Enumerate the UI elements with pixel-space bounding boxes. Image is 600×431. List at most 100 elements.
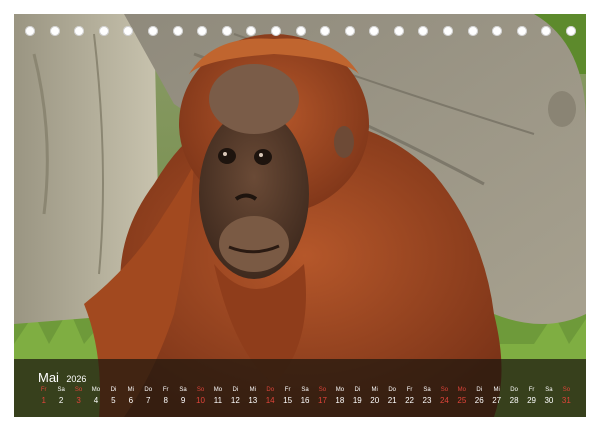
weekday-label: Fr [406,387,413,393]
day-number: 22 [405,396,415,405]
weekday-label: Di [232,387,239,393]
binding-hole [467,26,478,36]
day-cell: Sa 16 [296,386,313,412]
day-number: 20 [370,396,380,405]
weekday-label: Mi [371,387,378,393]
weekday-label: Di [110,387,117,393]
day-number: 31 [561,396,571,405]
orangutan-photo [14,14,586,417]
binding-hole [541,26,552,36]
day-number: 6 [128,396,134,405]
weekday-label: Sa [423,387,431,393]
binding-hole [492,26,503,36]
weekday-label: Sa [545,387,553,393]
day-cell: So 31 [558,386,575,412]
day-cell: Sa 9 [174,386,191,412]
day-number: 7 [146,396,151,405]
day-number: 11 [213,396,223,405]
day-number: 5 [111,396,116,405]
weekday-label: Fr [40,387,47,393]
calendar-page [14,14,586,417]
binding-hole [98,26,109,36]
day-cell: So 17 [314,386,331,412]
day-cell: Mo 25 [453,386,470,412]
day-cell: Mi 13 [244,386,261,412]
weekday-label: So [196,387,205,393]
day-cell: So 3 [70,386,87,412]
weekday-label: Mo [335,387,345,393]
day-cell: Do 7 [140,386,157,412]
day-number: 29 [527,396,536,405]
day-cell: So 24 [436,386,453,412]
day-cell: Di 26 [471,386,488,412]
binding-hole [246,26,257,36]
day-number: 27 [492,396,502,405]
binding-hole [566,26,576,36]
day-cell: Fr 29 [523,386,540,412]
binding-hole [221,26,232,36]
day-cell: Di 19 [349,386,366,412]
binding-hole [172,26,183,36]
day-cell: Mi 20 [366,386,383,412]
day-number: 12 [230,396,240,405]
day-cell: Do 21 [383,386,400,412]
weekday-label: Mi [127,387,134,393]
binding-hole [443,26,454,36]
day-number: 16 [300,396,310,405]
binding-hole [393,26,404,36]
day-cell: Mo 18 [331,386,348,412]
day-number: 19 [352,396,362,405]
weekday-label: Do [388,387,396,393]
weekday-label: Fr [162,387,169,393]
binding-hole [197,26,208,36]
day-cell: Fr 22 [401,386,418,412]
day-cell: Mo 4 [87,386,104,412]
day-number: 13 [248,396,258,405]
binding-hole [418,26,429,36]
binding-hole [123,26,134,36]
weekday-label: Mi [249,387,256,393]
day-number: 14 [265,396,275,405]
weekday-label: Di [354,387,361,393]
weekday-label: Do [266,387,275,393]
weekday-label: Sa [179,387,187,393]
day-number: 28 [509,396,519,405]
day-number: 4 [93,396,99,405]
day-number: 10 [196,396,205,405]
weekday-label: Do [510,387,518,393]
weekday-label: Sa [301,387,309,393]
weekday-label: Fr [284,387,291,393]
binding-hole [320,26,331,36]
day-number: 30 [544,396,554,405]
binding-hole [369,26,380,36]
spiral-binding [14,22,586,42]
weekday-label: So [562,387,571,393]
days-row: Fr 1 Sa 2 So 3 Mo 4 Di 5 Mi 6 Do 7 Fr 8 Sa 9 So 10 Mo 11 Di 12 M… [35,386,575,412]
day-cell: Fr 1 [35,386,52,412]
day-number: 9 [180,396,186,405]
day-number: 1 [41,396,46,405]
weekday-label: Mo [213,387,223,393]
weekday-label: So [318,387,327,393]
weekday-label: Mo [91,387,101,393]
day-number: 24 [439,396,449,405]
day-number: 18 [335,396,345,405]
day-cell: Sa 2 [52,386,69,412]
day-cell: Do 28 [505,386,522,412]
month-year: 2026 [66,374,87,384]
day-cell: Di 5 [105,386,122,412]
day-cell: So 10 [192,386,209,412]
day-number: 8 [163,396,168,405]
day-cell: Fr 15 [279,386,296,412]
day-cell: Sa 30 [540,386,557,412]
binding-hole [295,26,306,36]
binding-hole [49,26,60,36]
binding-hole [147,26,158,36]
weekday-label: So [74,387,83,393]
month-name: Mai [38,370,59,385]
binding-hole [270,26,281,36]
month-title: Mai 2026 [38,369,86,387]
day-number: 23 [422,396,432,405]
day-cell: Di 12 [227,386,244,412]
weekday-label: So [440,387,449,393]
